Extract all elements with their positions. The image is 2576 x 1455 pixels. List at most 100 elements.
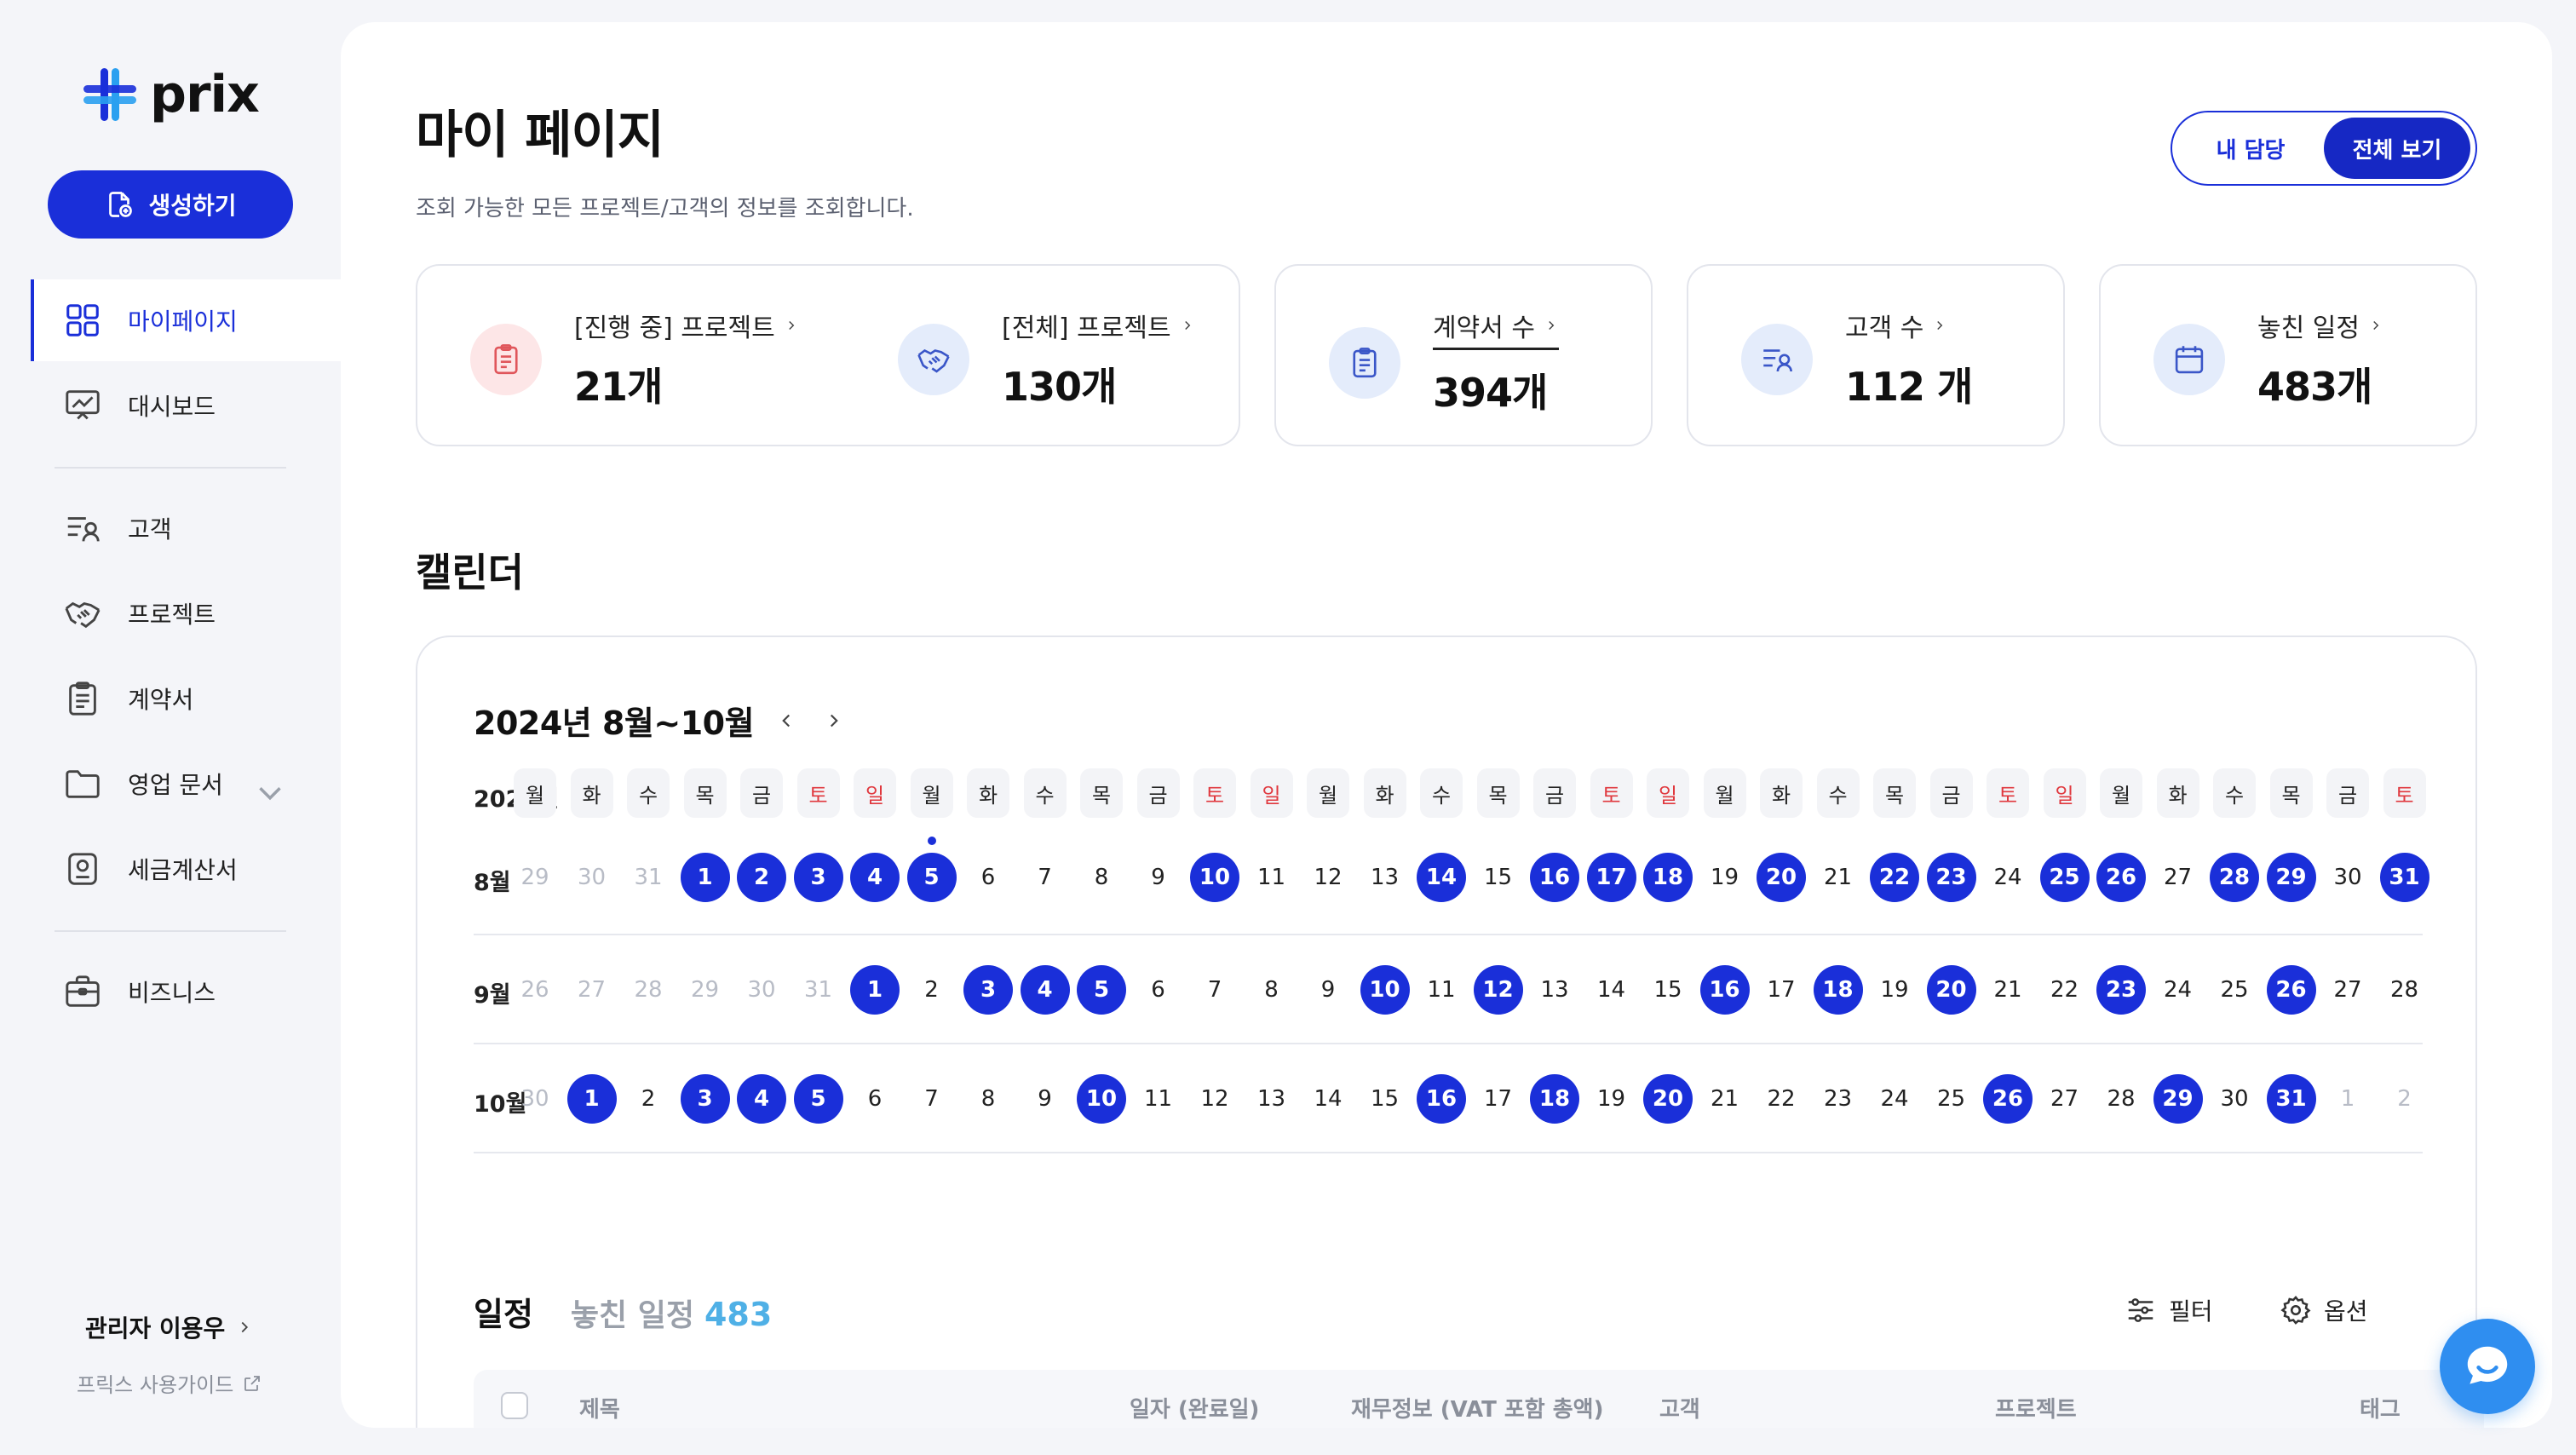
calendar-day[interactable]: 12 [1190,1074,1239,1124]
calendar-day[interactable]: 22 [1757,1074,1806,1124]
calendar-day-with-event[interactable]: 16 [1530,853,1579,902]
column-header-date[interactable]: 일자 (완료일) [1130,1392,1259,1423]
sidebar-item-business[interactable]: 비즈니스 [31,951,341,1032]
calendar-day-with-event[interactable]: 5 [1077,965,1126,1015]
column-header-title[interactable]: 제목 [579,1392,620,1423]
calendar-day-with-event[interactable]: 31 [2379,853,2429,902]
create-button[interactable]: 생성하기 [48,170,293,239]
calendar-day-with-event[interactable]: 1 [850,965,900,1015]
calendar-day[interactable]: 30 [2210,1074,2259,1124]
stat-total-projects[interactable]: [전체] 프로젝트 130개 [898,307,1195,412]
calendar-day-with-event[interactable]: 4 [737,1074,786,1124]
user-guide-link[interactable]: 프릭스 사용가이드 [77,1368,262,1398]
calendar-day-with-event[interactable]: 18 [1813,965,1863,1015]
calendar-day[interactable]: 21 [1814,853,1863,902]
calendar-day[interactable]: 15 [1360,1074,1410,1124]
calendar-day[interactable]: 9 [1021,1074,1070,1124]
calendar-day-with-event[interactable]: 26 [1983,1074,2033,1124]
calendar-day[interactable]: 29 [510,853,560,902]
sidebar-item-projects[interactable]: 프로젝트 [31,572,341,654]
calendar-day[interactable]: 21 [1983,965,2033,1015]
prev-month-button[interactable] [771,705,802,736]
calendar-day[interactable]: 14 [1303,1074,1353,1124]
calendar-day[interactable]: 13 [1530,965,1579,1015]
calendar-day[interactable]: 25 [1927,1074,1976,1124]
calendar-day[interactable]: 15 [1643,965,1693,1015]
calendar-day-with-event[interactable]: 3 [680,1074,730,1124]
calendar-day-with-event[interactable]: 20 [1926,965,1976,1015]
calendar-day[interactable]: 21 [1700,1074,1750,1124]
calendar-day[interactable]: 27 [2040,1074,2090,1124]
calendar-day-with-event[interactable]: 3 [963,965,1013,1015]
calendar-day-with-event[interactable]: 20 [1757,853,1806,902]
sidebar-item-tax-invoice[interactable]: 세금계산서 [31,828,341,910]
calendar-day-with-event[interactable]: 22 [1870,853,1919,902]
filter-button[interactable]: 필터 [2125,1293,2213,1327]
calendar-day[interactable]: 2 [624,1074,673,1124]
chat-support-button[interactable] [2440,1319,2535,1414]
calendar-day[interactable]: 11 [1247,853,1297,902]
calendar-day[interactable]: 30 [2323,853,2372,902]
calendar-day[interactable]: 7 [1021,853,1070,902]
calendar-day[interactable]: 8 [1247,965,1297,1015]
calendar-day[interactable]: 9 [1303,965,1353,1015]
column-header-tag[interactable]: 태그 [2360,1392,2401,1423]
calendar-day[interactable]: 28 [2096,1074,2146,1124]
next-month-button[interactable] [819,705,849,736]
calendar-day[interactable]: 6 [1134,965,1183,1015]
toggle-view-all[interactable]: 전체 보기 [2324,118,2470,179]
calendar-day-with-event[interactable]: 31 [2266,1074,2316,1124]
calendar-day-with-event[interactable]: 1 [680,853,730,902]
sidebar-item-sales-docs[interactable]: 영업 문서 [31,743,341,825]
calendar-day-with-event[interactable]: 10 [1077,1074,1126,1124]
missed-schedule-label[interactable]: 놓친 일정 [571,1291,694,1335]
calendar-day[interactable]: 24 [2153,965,2203,1015]
sidebar-item-customers[interactable]: 고객 [31,487,341,569]
calendar-day-with-event[interactable]: 16 [1417,1074,1466,1124]
calendar-day-with-event[interactable]: 14 [1417,853,1466,902]
calendar-day[interactable]: 8 [963,1074,1013,1124]
sidebar-item-contracts[interactable]: 계약서 [31,658,341,739]
calendar-day[interactable]: 29 [681,965,730,1015]
calendar-day[interactable]: 9 [1134,853,1183,902]
calendar-day[interactable]: 28 [2380,965,2429,1015]
calendar-day[interactable]: 17 [1474,1074,1523,1124]
calendar-day[interactable]: 27 [2323,965,2372,1015]
calendar-day[interactable]: 7 [907,1074,957,1124]
calendar-day[interactable]: 25 [2210,965,2259,1015]
calendar-day-with-event[interactable]: 16 [1699,965,1750,1015]
calendar-day-with-event[interactable]: 23 [1926,853,1976,902]
calendar-day[interactable]: 7 [1190,965,1239,1015]
calendar-day[interactable]: 19 [1700,853,1750,902]
calendar-day[interactable]: 6 [850,1074,900,1124]
calendar-day[interactable]: 30 [737,965,786,1015]
calendar-day[interactable]: 30 [510,1074,560,1124]
calendar-day-with-event[interactable]: 1 [566,1074,617,1124]
calendar-day-with-event[interactable]: 4 [1020,965,1070,1015]
calendar-day-with-event[interactable]: 18 [1530,1074,1579,1124]
options-button[interactable]: 옵션 [2280,1293,2368,1327]
calendar-day-with-event[interactable]: 5 [793,1074,843,1124]
calendar-day[interactable]: 11 [1417,965,1466,1015]
calendar-day-with-event[interactable]: 5 [906,853,957,902]
calendar-day[interactable]: 27 [567,965,617,1015]
select-all-checkbox[interactable] [501,1392,528,1419]
calendar-day[interactable]: 12 [1303,853,1353,902]
calendar-day[interactable]: 26 [510,965,560,1015]
calendar-day[interactable]: 27 [2153,853,2203,902]
admin-user-menu[interactable]: 관리자 이용우 [85,1310,254,1344]
calendar-day-with-event[interactable]: 10 [1360,965,1410,1015]
calendar-day[interactable]: 30 [567,853,617,902]
calendar-day-with-event[interactable]: 4 [850,853,900,902]
calendar-day-with-event[interactable]: 18 [1643,853,1693,902]
calendar-day-with-event[interactable]: 2 [737,853,786,902]
calendar-day-with-event[interactable]: 12 [1473,965,1523,1015]
brand-logo[interactable]: prix [82,65,260,124]
calendar-day[interactable]: 24 [1983,853,2033,902]
calendar-day[interactable]: 31 [624,853,673,902]
sidebar-item-mypage[interactable]: 마이페이지 [31,279,341,361]
calendar-day-with-event[interactable]: 29 [2266,853,2316,902]
calendar-day[interactable]: 17 [1757,965,1806,1015]
calendar-day-with-event[interactable]: 3 [793,853,843,902]
chevron-down-icon[interactable] [250,774,290,813]
